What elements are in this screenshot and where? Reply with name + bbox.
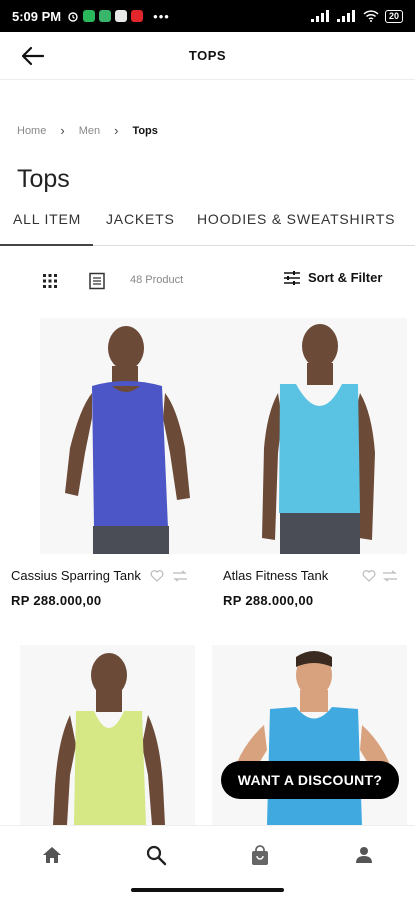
product-card[interactable]: Cassius Sparring Tank RP 288.000,00 (0, 318, 215, 618)
model-photo (53, 653, 165, 825)
grid-view-icon[interactable] (42, 273, 58, 289)
compare-icon[interactable] (172, 570, 188, 582)
compare-icon[interactable] (382, 570, 398, 582)
sort-filter-button[interactable]: Sort & Filter (284, 270, 382, 285)
heart-icon[interactable] (150, 569, 164, 583)
app-notification-icon (99, 10, 112, 22)
bottom-navigation (0, 825, 415, 900)
page-title: Tops (17, 165, 70, 193)
signal-icon-2 (336, 10, 355, 22)
system-status: 20 (310, 9, 403, 23)
signal-icon (310, 10, 329, 22)
home-indicator (131, 888, 284, 892)
search-icon[interactable] (145, 844, 167, 866)
tab-all-item[interactable]: ALL ITEM (0, 206, 93, 246)
product-image[interactable] (40, 318, 215, 554)
want-discount-button[interactable]: WANT A DISCOUNT? (221, 761, 399, 799)
product-price: RP 288.000,00 (11, 593, 102, 608)
model-photo (65, 326, 190, 554)
status-bar: 5:09 PM ••• 20 (0, 0, 415, 32)
status-time: 5:09 PM (12, 8, 62, 24)
top-bar: TOPS (0, 32, 415, 80)
account-icon[interactable] (353, 844, 375, 866)
list-view-icon[interactable] (88, 272, 106, 290)
breadcrumb: Home › Men › Tops (17, 123, 158, 138)
product-name[interactable]: Atlas Fitness Tank (223, 568, 328, 583)
filter-sliders-icon (284, 270, 300, 285)
shopping-bag-icon[interactable] (249, 844, 271, 866)
youtube-icon (131, 10, 144, 22)
chevron-right-icon: › (114, 123, 119, 138)
product-name[interactable]: Cassius Sparring Tank (11, 568, 141, 583)
sort-filter-label: Sort & Filter (308, 270, 383, 285)
breadcrumb-tops: Tops (132, 124, 158, 137)
whatsapp-icon (83, 10, 96, 22)
alarm-icon (68, 12, 78, 22)
battery-icon: 20 (384, 9, 403, 23)
back-arrow-icon (22, 47, 44, 65)
tab-hoodies-sweatshirts[interactable]: HOODIES & SWEATSHIRTS (197, 206, 415, 246)
back-button[interactable] (18, 42, 48, 70)
product-image[interactable] (212, 318, 407, 554)
product-card[interactable]: Atlas Fitness Tank RP 288.000,00 (212, 318, 407, 618)
product-price: RP 288.000,00 (223, 593, 314, 608)
product-count: 48 Product (130, 274, 184, 286)
heart-icon[interactable] (362, 569, 376, 583)
app-store-icon (115, 10, 128, 22)
breadcrumb-home[interactable]: Home (17, 125, 46, 137)
product-card[interactable] (0, 645, 195, 825)
home-icon[interactable] (41, 844, 63, 866)
page-header-title: TOPS (188, 48, 227, 63)
wifi-icon (363, 10, 379, 22)
listing-toolbar: 48 Product Sort & Filter (0, 266, 415, 296)
tab-jackets[interactable]: JACKETS (93, 206, 197, 246)
product-image[interactable] (20, 645, 195, 825)
breadcrumb-men[interactable]: Men (79, 125, 100, 137)
chevron-right-icon: › (60, 123, 65, 138)
more-notifications-icon: ••• (153, 8, 170, 24)
category-tabs: ALL ITEM JACKETS HOODIES & SWEATSHIRTS (0, 206, 415, 246)
notification-icons: ••• (67, 9, 170, 24)
model-photo (262, 324, 375, 554)
